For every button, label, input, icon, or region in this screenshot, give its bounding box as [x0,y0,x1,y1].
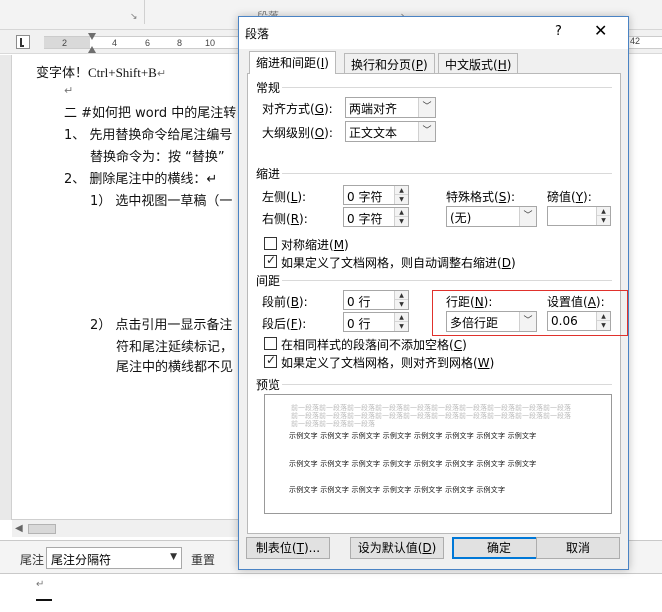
close-icon[interactable]: ✕ [594,21,607,40]
doc-line: 替换命令为：按 “替换” [90,150,225,165]
line-spacing-label: 行距(N): [446,295,493,309]
spin-down-icon[interactable]: ▼ [597,216,610,225]
preview-sample-text: 示例文字 示例文字 示例文字 示例文字 示例文字 示例文字 示例文字 [289,486,506,494]
footnote-separator-line [36,599,52,601]
tab-indents-spacing[interactable]: 缩进和间距(I) [249,51,336,74]
ruler-number: 2 [62,38,68,48]
dialog-title: 段落 [245,27,270,41]
snap-to-grid-label: 如果定义了文档网格，则对齐到网格(W) [281,356,495,370]
paragraph-mark: ↵ [36,579,45,590]
spacing-after-input[interactable]: 0 行 ▲ ▼ [343,312,409,332]
special-indent-label: 特殊格式(S): [446,190,516,204]
dialog-titlebar[interactable]: 段落 ? ✕ [239,17,628,49]
special-indent-select[interactable]: (无) ﹀ [446,206,537,227]
ok-button[interactable]: 确定 [452,537,546,559]
line-spacing-at-label: 设置值(A): [547,295,605,309]
outline-level-label: 大纲级别(O): [262,126,333,140]
help-icon[interactable]: ? [555,24,562,39]
section-divider [282,173,612,174]
hanging-indent-marker[interactable] [88,45,96,53]
indent-right-input[interactable]: 0 字符 ▲ ▼ [343,207,409,227]
line-spacing-select[interactable]: 多倍行距 ﹀ [446,311,537,332]
spacing-after-label: 段后(F): [262,317,307,331]
scroll-left-icon[interactable]: ◀ [15,523,23,534]
indent-by-input[interactable]: ▲ ▼ [547,206,611,226]
ruler-number: 4 [112,38,118,48]
preview-previous-text: 前一段落前一段落前一段落 [291,420,375,428]
footnote-pane-label: 尾注 [20,553,45,567]
no-space-same-style-label: 在相同样式的段落间不添加空格(C) [281,338,467,352]
spin-down-icon[interactable]: ▼ [395,217,408,226]
first-line-indent-marker[interactable] [88,33,96,41]
spin-up-icon[interactable]: ▲ [597,207,610,216]
ruler-number: 10 [205,38,216,48]
spacing-before-label: 段前(B): [262,295,308,309]
doc-line: 变字体！Ctrl+Shift+B↵ [36,65,167,81]
doc-line: 2） 点击引用一显示备注 [90,318,233,333]
chevron-down-icon: ﹀ [418,98,435,117]
no-space-same-style-checkbox[interactable] [264,337,277,350]
ruler-number: 8 [177,38,183,48]
ruler-number: 42 [630,36,641,46]
section-indentation-title: 缩进 [256,167,281,181]
outline-level-select[interactable]: 正文文本 ﹀ [345,121,436,142]
doc-line: 1、 先用替换命令给尾注编号 [64,128,233,143]
auto-adjust-right-indent-checkbox[interactable] [264,253,277,268]
doc-line: 符和尾注延续标记， [116,340,234,355]
doc-line: 二 #如何把 word 中的尾注转 [64,106,237,121]
doc-line: 尾注中的横线都不见 [116,360,234,375]
section-general-title: 常规 [256,81,281,95]
indent-left-input[interactable]: 0 字符 ▲ ▼ [343,185,409,205]
spin-down-icon[interactable]: ▼ [597,321,610,330]
chevron-down-icon: ﹀ [418,122,435,141]
spin-up-icon[interactable]: ▲ [395,313,408,322]
ribbon-group-font [0,0,145,24]
footnote-reset-button[interactable]: 重置 [191,551,215,568]
preview-sample-text: 示例文字 示例文字 示例文字 示例文字 示例文字 示例文字 示例文字 示例文字 [289,432,537,440]
section-preview-title: 预览 [256,378,281,392]
spin-up-icon[interactable]: ▲ [597,312,610,321]
vertical-ruler [0,55,12,520]
ruler-number: 6 [145,38,151,48]
alignment-label: 对齐方式(G): [262,102,333,116]
indent-right-label: 右侧(R): [262,212,308,226]
section-spacing-title: 间距 [256,274,281,288]
section-divider [282,384,612,385]
chevron-down-icon: ﹀ [519,312,536,331]
chevron-down-icon: ▼ [170,552,177,562]
font-dialog-launcher-icon[interactable]: ↘ [130,12,138,22]
alignment-select[interactable]: 两端对齐 ﹀ [345,97,436,118]
tabs-button[interactable]: 制表位(T)... [246,537,330,559]
scrollbar-thumb[interactable] [28,524,56,534]
section-divider [282,87,612,88]
auto-adjust-right-indent-label: 如果定义了文档网格，则自动调整右缩进(D) [281,256,516,270]
doc-line: ↵ [64,84,74,97]
footnote-type-select[interactable]: 尾注分隔符 ▼ [46,547,182,569]
chevron-down-icon: ﹀ [519,207,536,226]
horizontal-scrollbar[interactable]: ◀ [12,519,242,537]
spin-up-icon[interactable]: ▲ [395,186,408,195]
mirror-indents-label: 对称缩进(M) [281,238,349,252]
tab-selector-icon[interactable] [16,35,30,49]
tab-line-page-breaks[interactable]: 换行和分页(P) [344,53,435,73]
spin-up-icon[interactable]: ▲ [395,291,408,300]
spin-up-icon[interactable]: ▲ [395,208,408,217]
tab-asian-typography[interactable]: 中文版式(H) [438,53,519,73]
cancel-button[interactable]: 取消 [536,537,620,559]
spin-down-icon[interactable]: ▼ [395,195,408,204]
paragraph-preview: 前一段落前一段落前一段落前一段落前一段落前一段落前一段落前一段落前一段落前一段落… [264,394,612,514]
spin-down-icon[interactable]: ▼ [395,300,408,309]
snap-to-grid-checkbox[interactable] [264,353,277,368]
line-spacing-at-input[interactable]: 0.06 ▲ ▼ [547,311,611,331]
spacing-before-input[interactable]: 0 行 ▲ ▼ [343,290,409,310]
set-as-default-button[interactable]: 设为默认值(D) [350,537,444,559]
section-divider [282,280,612,281]
preview-sample-text: 示例文字 示例文字 示例文字 示例文字 示例文字 示例文字 示例文字 示例文字 [289,460,537,468]
doc-line: 1） 选中视图一草稿（一 [90,194,233,209]
indent-by-label: 磅值(Y): [547,190,592,204]
mirror-indents-checkbox[interactable] [264,237,277,250]
doc-line: 2、 删除尾注中的横线：↵ [64,172,218,187]
spin-down-icon[interactable]: ▼ [395,322,408,331]
indent-left-label: 左侧(L): [262,190,307,204]
